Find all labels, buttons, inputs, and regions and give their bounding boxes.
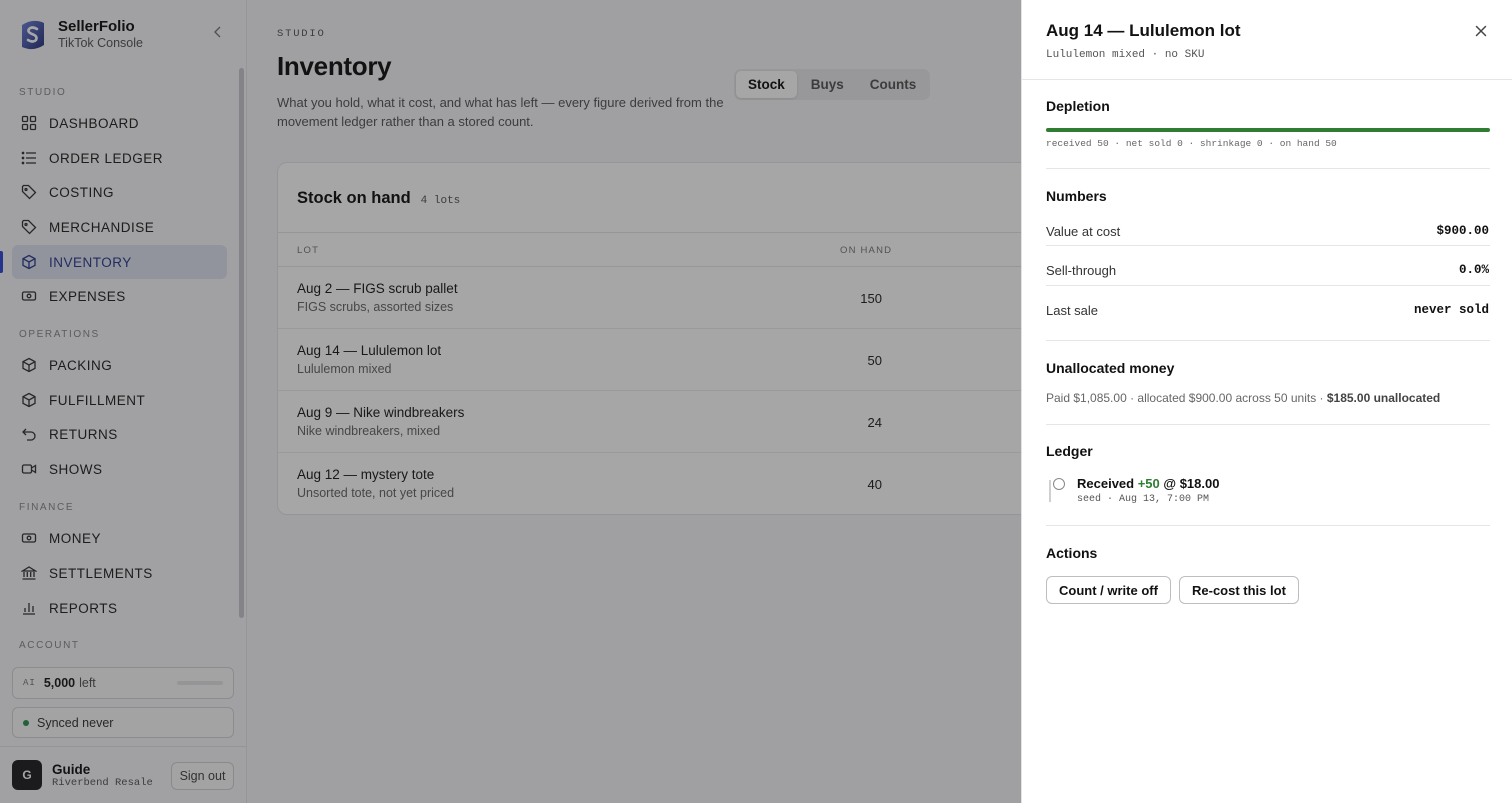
actions-heading: Actions xyxy=(1046,545,1098,561)
last-sale-label: Last sale xyxy=(1046,303,1099,318)
ledger-heading: Ledger xyxy=(1046,443,1093,459)
unallocated-summary: Paid $1,085.00 · allocated $900.00 acros… xyxy=(1046,391,1440,405)
last-sale-value: never sold xyxy=(1413,303,1489,317)
value-at-cost-value: $900.00 xyxy=(1436,224,1489,238)
ledger-entry-price: @ $18.00 xyxy=(1163,476,1220,491)
divider xyxy=(1022,79,1512,80)
divider xyxy=(1046,340,1490,341)
lot-detail-drawer: Aug 14 — Lululemon lot Lululemon mixed ·… xyxy=(1021,0,1512,803)
depletion-note: received 50 · net sold 0 · shrinkage 0 ·… xyxy=(1046,138,1337,149)
ledger-entry: Received +50 @ $18.00 xyxy=(1077,476,1219,491)
close-icon[interactable] xyxy=(1472,22,1490,40)
sell-through-label: Sell-through xyxy=(1046,263,1117,278)
modal-backdrop[interactable] xyxy=(0,0,1021,803)
timeline-dot-icon xyxy=(1053,478,1065,490)
drawer-title: Aug 14 — Lululemon lot xyxy=(1046,21,1241,40)
divider xyxy=(1046,168,1490,169)
ledger-entry-type: Received xyxy=(1077,476,1135,491)
sell-through-value: 0.0% xyxy=(1458,263,1489,277)
unallocated-text: Paid $1,085.00 · allocated $900.00 acros… xyxy=(1046,391,1327,405)
divider xyxy=(1046,424,1490,425)
depletion-heading: Depletion xyxy=(1046,98,1110,114)
count-write-off-button[interactable]: Count / write off xyxy=(1046,576,1171,604)
divider xyxy=(1046,525,1490,526)
ledger-entry-qty: +50 xyxy=(1137,476,1160,491)
ledger-entry-meta: seed · Aug 13, 7:00 PM xyxy=(1077,494,1210,505)
numbers-heading: Numbers xyxy=(1046,188,1107,204)
recost-lot-button[interactable]: Re-cost this lot xyxy=(1179,576,1299,604)
value-at-cost-label: Value at cost xyxy=(1046,224,1121,239)
divider xyxy=(1046,285,1490,286)
timeline-line xyxy=(1049,480,1051,502)
unallocated-amount: $185.00 unallocated xyxy=(1326,391,1441,405)
drawer-subtitle: Lululemon mixed · no SKU xyxy=(1046,49,1205,61)
depletion-bar xyxy=(1046,128,1490,132)
unallocated-heading: Unallocated money xyxy=(1046,360,1175,376)
divider xyxy=(1046,245,1490,246)
depletion-bar-fill xyxy=(1046,128,1490,132)
